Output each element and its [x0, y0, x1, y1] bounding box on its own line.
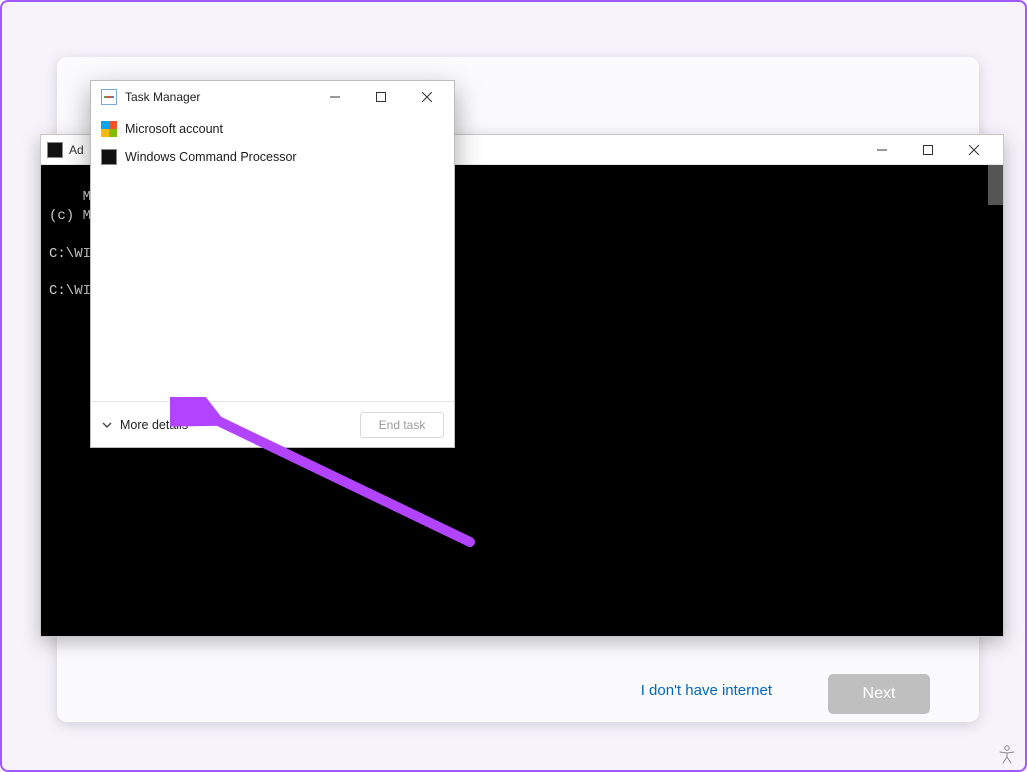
close-button[interactable]: [404, 82, 450, 112]
task-manager-icon: [101, 89, 117, 105]
accessibility-icon[interactable]: [997, 744, 1017, 764]
task-manager-process-list: Microsoft account Windows Command Proces…: [91, 113, 454, 401]
no-internet-link[interactable]: I don't have internet: [641, 682, 772, 699]
process-row[interactable]: Microsoft account: [99, 115, 446, 143]
task-manager-titlebar[interactable]: Task Manager: [91, 81, 454, 113]
task-manager-footer: More details End task: [91, 401, 454, 447]
task-manager-window: Task Manager Microsoft account Windows C…: [90, 80, 455, 448]
microsoft-account-icon: [101, 121, 117, 137]
more-details-toggle[interactable]: More details: [101, 418, 188, 432]
close-button[interactable]: [951, 135, 997, 165]
next-button[interactable]: Next: [828, 674, 930, 714]
process-label: Windows Command Processor: [125, 150, 297, 164]
cmd-icon: [47, 142, 63, 158]
maximize-button[interactable]: [358, 82, 404, 112]
maximize-button[interactable]: [905, 135, 951, 165]
minimize-button[interactable]: [312, 82, 358, 112]
more-details-label: More details: [120, 418, 188, 432]
task-manager-title: Task Manager: [125, 90, 200, 104]
cmd-icon: [101, 149, 117, 165]
process-row[interactable]: Windows Command Processor: [99, 143, 446, 171]
end-task-button[interactable]: End task: [360, 412, 444, 438]
chevron-down-icon: [101, 419, 113, 431]
command-prompt-title: Ad: [69, 143, 84, 157]
process-label: Microsoft account: [125, 122, 223, 136]
minimize-button[interactable]: [859, 135, 905, 165]
scrollbar-thumb[interactable]: [988, 165, 1003, 205]
